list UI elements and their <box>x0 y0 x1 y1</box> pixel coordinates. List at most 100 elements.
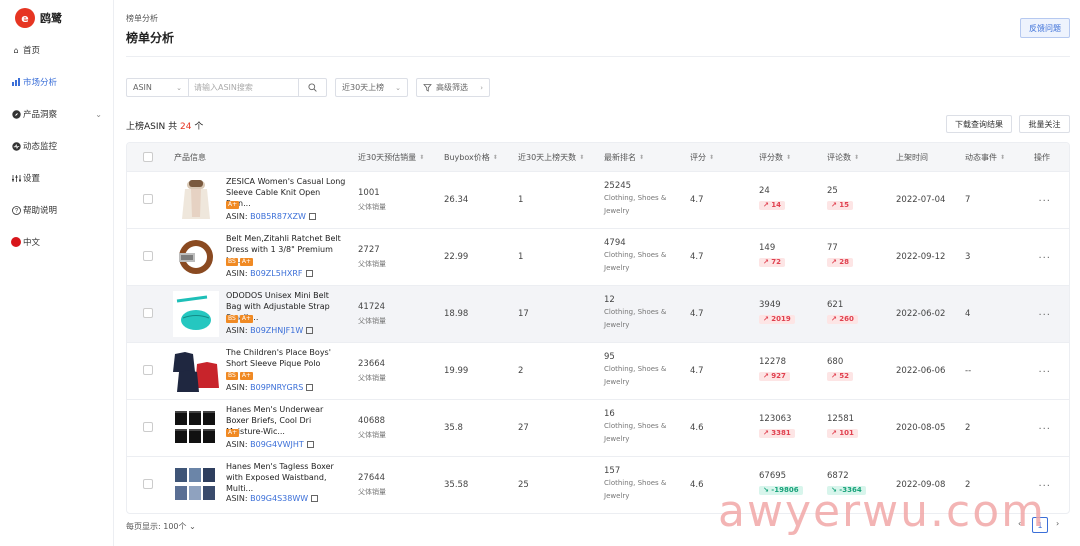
column-header-rating[interactable]: 评分 ⬍ <box>690 143 714 171</box>
rating-value: 4.6 <box>690 423 704 433</box>
asin-link[interactable]: B09ZHNJF1W <box>250 326 303 335</box>
app-logo[interactable]: e 鸥鹭 <box>0 0 113 36</box>
sidebar-item-monitoring[interactable]: 动态监控 <box>0 130 114 162</box>
column-header-actions: 操作 <box>1034 143 1050 171</box>
events-count[interactable]: 4 <box>965 309 970 319</box>
sidebar-item-market-analysis[interactable]: 市场分析 <box>0 66 114 98</box>
product-name[interactable]: Hanes Men's Tagless Boxer with Exposed W… <box>226 461 346 494</box>
rating-count: 12278 <box>759 357 787 367</box>
copy-icon[interactable] <box>308 213 316 220</box>
launch-date: 2022-09-12 <box>896 252 946 262</box>
product-image[interactable] <box>173 291 219 337</box>
row-checkbox[interactable] <box>143 194 153 204</box>
row-checkbox[interactable] <box>143 365 153 375</box>
rank-value: 157 <box>604 466 621 476</box>
sidebar-item-label: 动态监控 <box>23 142 58 152</box>
price-value: 22.99 <box>444 252 469 262</box>
home-icon: ⌂ <box>13 45 19 55</box>
table-row[interactable]: The Children's Place Boys' Short Sleeve … <box>127 342 1069 399</box>
table-row[interactable]: Hanes Men's Underwear Boxer Briefs, Cool… <box>127 399 1069 456</box>
sidebar-item-help[interactable]: ? 帮助说明 <box>0 194 114 226</box>
language-switch[interactable]: 中文 <box>0 226 114 258</box>
sidebar-item-settings[interactable]: 设置 <box>0 162 114 194</box>
copy-icon[interactable] <box>305 270 313 277</box>
more-actions-icon[interactable]: ··· <box>1038 424 1051 435</box>
asin-link[interactable]: B09PNRYGRS <box>250 383 303 392</box>
feedback-button[interactable]: 反馈问题 <box>1020 18 1070 38</box>
table-row[interactable]: Belt Men,Zitahli Ratchet Belt Dress with… <box>127 228 1069 285</box>
product-name[interactable]: The Children's Place Boys' Short Sleeve … <box>226 347 346 369</box>
more-actions-icon[interactable]: ··· <box>1038 310 1051 321</box>
row-checkbox[interactable] <box>143 251 153 261</box>
more-actions-icon[interactable]: ··· <box>1038 196 1051 207</box>
rating-count-delta: ↗ 3381 <box>759 429 795 438</box>
rank-value: 4794 <box>604 238 626 248</box>
row-checkbox[interactable] <box>143 479 153 489</box>
bulk-follow-button[interactable]: 批量关注 <box>1019 115 1070 133</box>
sidebar-item-product-insight[interactable]: 产品洞察 ⌄ <box>0 98 114 130</box>
copy-icon[interactable] <box>306 327 314 334</box>
column-header-days[interactable]: 近30天上榜天数 ⬍ <box>518 143 584 171</box>
copy-icon[interactable] <box>306 384 314 391</box>
product-image[interactable] <box>173 405 219 451</box>
asin-link[interactable]: B09ZL5HXRF <box>250 269 302 278</box>
column-header-rating-count[interactable]: 评分数 ⬍ <box>759 143 791 171</box>
page-size-select[interactable]: 每页显示: 100个 ⌄ <box>126 521 196 532</box>
asin-link[interactable]: B09G4VWJHT <box>250 440 304 449</box>
period-select[interactable]: 近30天上榜 ⌄ <box>335 78 408 97</box>
events-count[interactable]: -- <box>965 366 971 376</box>
rank-category: Clothing, Shoes & Jewelry <box>604 365 667 386</box>
results-label: 上榜ASIN <box>126 122 166 132</box>
product-image[interactable] <box>173 348 219 394</box>
rating-count-delta: ↗ 72 <box>759 258 786 267</box>
search-input[interactable]: 请输入ASIN搜索 <box>189 78 299 97</box>
sales-value: 41724 <box>358 302 386 312</box>
results-table: 产品信息 近30天预估销量 ⬍ Buybox价格 ⬍ 近30天上榜天数 ⬍ 最新排名 ⬍… <box>126 142 1070 514</box>
badge: BS <box>226 315 238 323</box>
asin-link[interactable]: B0B5R87XZW <box>250 212 306 221</box>
sidebar-item-label: 设置 <box>23 174 41 184</box>
days-value: 17 <box>518 309 529 319</box>
advanced-filter-button[interactable]: 高级筛选 › <box>416 78 490 97</box>
header-divider <box>126 56 1070 57</box>
more-actions-icon[interactable]: ··· <box>1038 253 1051 264</box>
events-count[interactable]: 7 <box>965 195 970 205</box>
row-checkbox[interactable] <box>143 308 153 318</box>
search-button[interactable] <box>299 78 327 97</box>
product-image[interactable] <box>173 462 219 508</box>
copy-icon[interactable] <box>306 441 314 448</box>
product-image[interactable] <box>173 234 219 280</box>
product-image[interactable] <box>173 177 219 223</box>
events-count[interactable]: 2 <box>965 423 970 433</box>
column-label: 操作 <box>1034 152 1050 162</box>
price-value: 35.8 <box>444 423 463 433</box>
product-name[interactable]: Hanes Men's Underwear Boxer Briefs, Cool… <box>226 404 346 437</box>
sales-value: 27644 <box>358 473 386 483</box>
review-count: 6872 <box>827 471 849 481</box>
next-page-button[interactable]: › <box>1056 519 1059 528</box>
download-results-button[interactable]: 下载查询结果 <box>946 115 1012 133</box>
column-header-rank[interactable]: 最新排名 ⬍ <box>604 143 644 171</box>
product-badges: BS A+ <box>226 372 253 380</box>
column-header-sales[interactable]: 近30天预估销量 ⬍ <box>358 143 424 171</box>
column-header-events[interactable]: 动态事件 ⬍ <box>965 143 1005 171</box>
events-count[interactable]: 3 <box>965 252 970 262</box>
product-name[interactable]: ZESICA Women's Casual Long Sleeve Cable … <box>226 176 346 209</box>
asin-label: ASIN: <box>226 212 248 221</box>
select-all-checkbox[interactable] <box>143 152 153 162</box>
table-row[interactable]: ODODOS Unisex Mini Belt Bag with Adjusta… <box>127 285 1069 342</box>
copy-icon[interactable] <box>311 495 319 502</box>
asin-field: ASIN: B09ZL5HXRF <box>226 269 313 278</box>
sidebar-item-home[interactable]: ⌂ 首页 <box>0 34 114 66</box>
asin-label: ASIN: <box>226 440 248 449</box>
search-field-select[interactable]: ASIN ⌄ <box>126 78 189 97</box>
review-count: 12581 <box>827 414 855 424</box>
sales-sub-label: 父体销量 <box>358 260 386 268</box>
table-row[interactable]: ZESICA Women's Casual Long Sleeve Cable … <box>127 171 1069 228</box>
row-checkbox[interactable] <box>143 422 153 432</box>
asin-link[interactable]: B09G4S38WW <box>250 494 308 503</box>
app-name: 鸥鹭 <box>40 12 62 25</box>
column-header-price[interactable]: Buybox价格 ⬍ <box>444 143 498 171</box>
more-actions-icon[interactable]: ··· <box>1038 367 1051 378</box>
column-header-review-count[interactable]: 评论数 ⬍ <box>827 143 859 171</box>
